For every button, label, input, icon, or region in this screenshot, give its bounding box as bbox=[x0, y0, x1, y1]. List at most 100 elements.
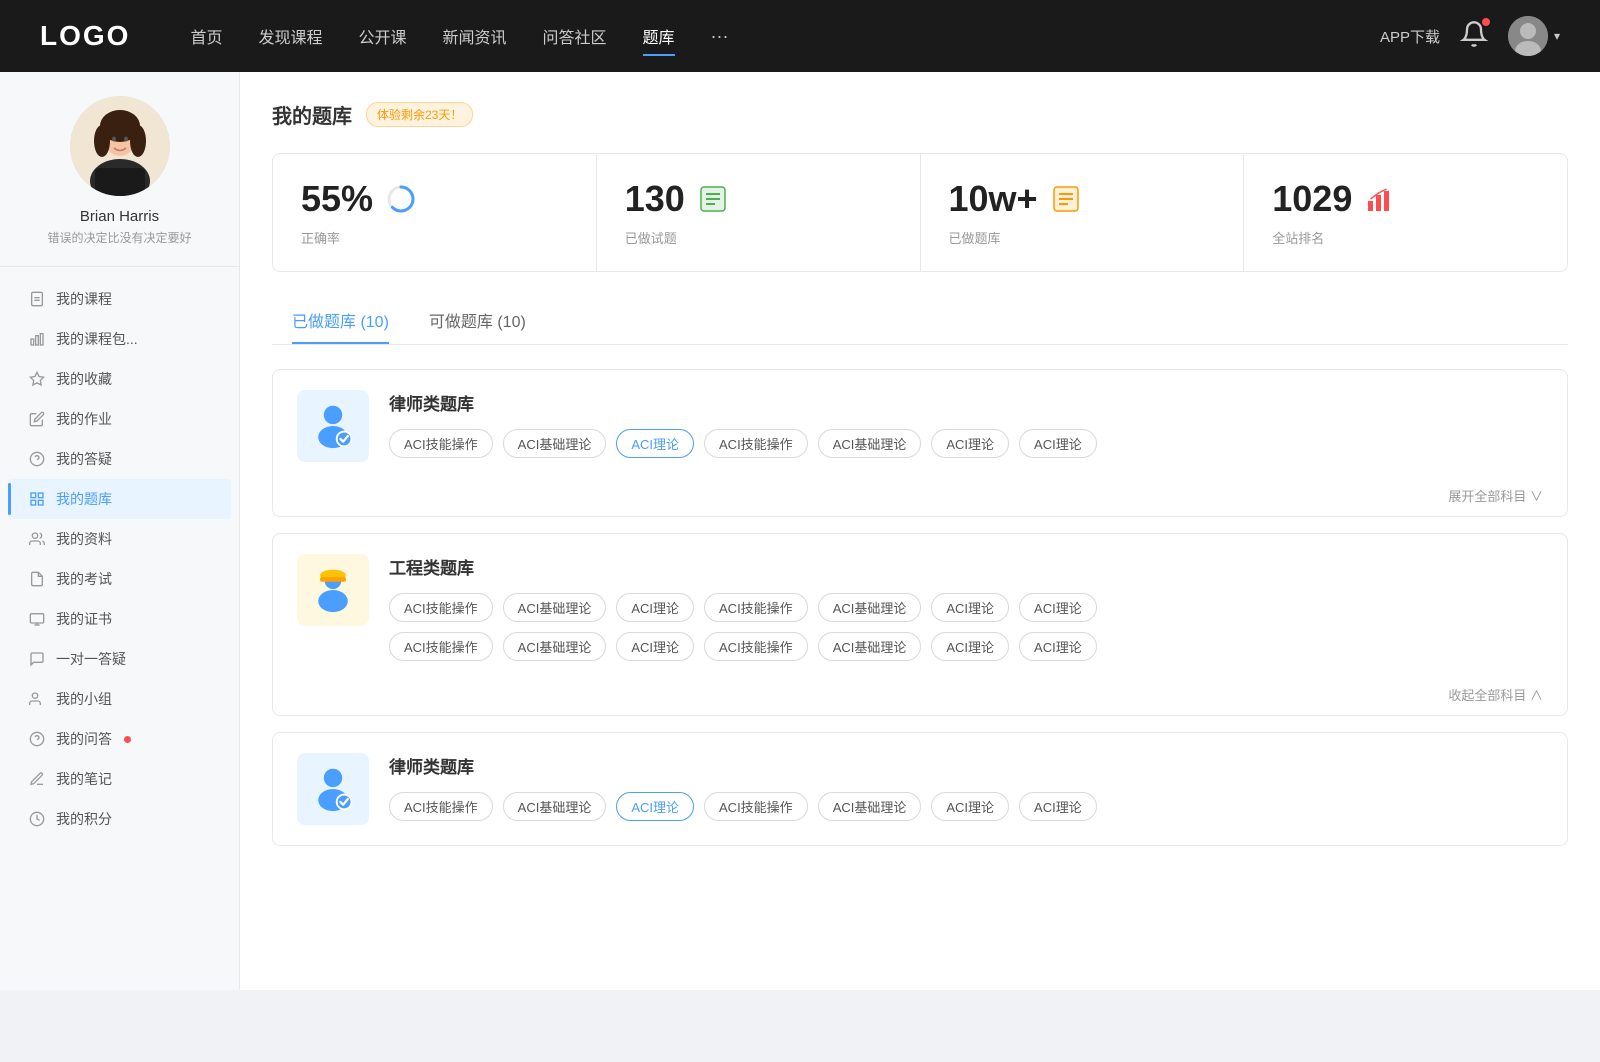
qbank-tags-row2: ACI技能操作 ACI基础理论 ACI理论 ACI技能操作 ACI基础理论 AC… bbox=[389, 632, 1543, 661]
nav-more[interactable]: ··· bbox=[711, 26, 729, 47]
note-icon bbox=[28, 770, 46, 788]
sidebar-item-label: 我的课程 bbox=[56, 289, 112, 309]
tag[interactable]: ACI理论 bbox=[616, 632, 694, 661]
nav-item-home[interactable]: 首页 bbox=[190, 20, 222, 52]
tag[interactable]: ACI技能操作 bbox=[389, 429, 493, 458]
chat-icon bbox=[28, 650, 46, 668]
group-icon bbox=[28, 690, 46, 708]
sidebar-item-certificate[interactable]: 我的证书 bbox=[8, 599, 231, 639]
tag[interactable]: ACI基础理论 bbox=[503, 792, 607, 821]
tag[interactable]: ACI技能操作 bbox=[389, 632, 493, 661]
sidebar-item-label: 我的问答 bbox=[56, 729, 112, 749]
sidebar-item-homework[interactable]: 我的作业 bbox=[8, 399, 231, 439]
document-icon bbox=[28, 290, 46, 308]
tag[interactable]: ACI理论 bbox=[1019, 593, 1097, 622]
sidebar-item-exam[interactable]: 我的考试 bbox=[8, 559, 231, 599]
nav-item-discover[interactable]: 发现课程 bbox=[258, 20, 322, 52]
sidebar-item-1on1[interactable]: 一对一答疑 bbox=[8, 639, 231, 679]
stat-value-rank: 1029 bbox=[1272, 178, 1352, 220]
sidebar-item-my-courses[interactable]: 我的课程 bbox=[8, 279, 231, 319]
sidebar-item-profile[interactable]: 我的资料 bbox=[8, 519, 231, 559]
edit-icon bbox=[28, 410, 46, 428]
sidebar-item-label: 我的作业 bbox=[56, 409, 112, 429]
navbar-nav: 首页 发现课程 公开课 新闻资讯 问答社区 题库 ··· bbox=[190, 20, 1380, 52]
sidebar: Brian Harris 错误的决定比没有决定要好 我的课程 我的课程包... bbox=[0, 72, 240, 990]
navbar-logo[interactable]: LOGO bbox=[40, 20, 130, 52]
tag[interactable]: ACI理论 bbox=[1019, 792, 1097, 821]
sidebar-item-course-pack[interactable]: 我的课程包... bbox=[8, 319, 231, 359]
tag[interactable]: ACI基础理论 bbox=[818, 593, 922, 622]
nav-item-qbank[interactable]: 题库 bbox=[643, 20, 675, 52]
tab-done-banks[interactable]: 已做题库 (10) bbox=[272, 300, 409, 344]
tag-active[interactable]: ACI理论 bbox=[616, 792, 694, 821]
qbank-info: 律师类题库 ACI技能操作 ACI基础理论 ACI理论 ACI技能操作 ACI基… bbox=[389, 753, 1543, 821]
tag[interactable]: ACI基础理论 bbox=[818, 792, 922, 821]
page-title: 我的题库 bbox=[272, 100, 352, 129]
avatar bbox=[1508, 16, 1548, 56]
tag[interactable]: ACI技能操作 bbox=[704, 792, 808, 821]
tag[interactable]: ACI基础理论 bbox=[503, 632, 607, 661]
tag[interactable]: ACI基础理论 bbox=[818, 429, 922, 458]
notification-badge bbox=[1482, 18, 1490, 26]
stat-banks: 10w+ 已做题库 bbox=[921, 154, 1245, 271]
tab-available-banks[interactable]: 可做题库 (10) bbox=[409, 300, 546, 344]
sidebar-item-label: 我的课程包... bbox=[56, 329, 138, 349]
sidebar-item-label: 我的资料 bbox=[56, 529, 112, 549]
sidebar-item-favorites[interactable]: 我的收藏 bbox=[8, 359, 231, 399]
coin-icon bbox=[28, 810, 46, 828]
qbank-tags-row1: ACI技能操作 ACI基础理论 ACI理论 ACI技能操作 ACI基础理论 AC… bbox=[389, 593, 1543, 622]
nav-item-news[interactable]: 新闻资讯 bbox=[443, 20, 507, 52]
sidebar-item-qa-answers[interactable]: 我的答疑 bbox=[8, 439, 231, 479]
tag[interactable]: ACI基础理论 bbox=[818, 632, 922, 661]
qbank-icon-lawyer bbox=[297, 390, 369, 462]
sidebar-item-my-qa[interactable]: 我的问答 bbox=[8, 719, 231, 759]
tag[interactable]: ACI技能操作 bbox=[389, 792, 493, 821]
sidebar-item-notes[interactable]: 我的笔记 bbox=[8, 759, 231, 799]
stat-top: 10w+ bbox=[949, 178, 1216, 220]
app-download-button[interactable]: APP下载 bbox=[1380, 26, 1440, 47]
stat-label-banks: 已做题库 bbox=[949, 228, 1216, 247]
question-circle-icon bbox=[28, 450, 46, 468]
sidebar-item-group[interactable]: 我的小组 bbox=[8, 679, 231, 719]
navbar-right: APP下载 ▾ bbox=[1380, 16, 1560, 56]
tag[interactable]: ACI技能操作 bbox=[389, 593, 493, 622]
chevron-down-icon: ▾ bbox=[1554, 29, 1560, 43]
tag[interactable]: ACI理论 bbox=[931, 429, 1009, 458]
qbank-title: 工程类题库 bbox=[389, 554, 1543, 579]
tag[interactable]: ACI技能操作 bbox=[704, 429, 808, 458]
tag[interactable]: ACI基础理论 bbox=[503, 593, 607, 622]
notification-bell[interactable] bbox=[1460, 20, 1488, 53]
nav-item-qa[interactable]: 问答社区 bbox=[543, 20, 607, 52]
qbank-card-body: 律师类题库 ACI技能操作 ACI基础理论 ACI理论 ACI技能操作 ACI基… bbox=[273, 370, 1567, 482]
star-icon bbox=[28, 370, 46, 388]
user-avatar-button[interactable]: ▾ bbox=[1508, 16, 1560, 56]
tag[interactable]: ACI基础理论 bbox=[503, 429, 607, 458]
qbank-card-body: 律师类题库 ACI技能操作 ACI基础理论 ACI理论 ACI技能操作 ACI基… bbox=[273, 733, 1567, 845]
tag[interactable]: ACI理论 bbox=[931, 632, 1009, 661]
tag[interactable]: ACI理论 bbox=[931, 593, 1009, 622]
qbank-icon-engineer bbox=[297, 554, 369, 626]
file-icon bbox=[28, 570, 46, 588]
sidebar-menu: 我的课程 我的课程包... 我的收藏 我的作业 bbox=[0, 279, 239, 839]
tag[interactable]: ACI理论 bbox=[931, 792, 1009, 821]
expand-link[interactable]: 展开全部科目 ∨ bbox=[1448, 489, 1543, 504]
qbank-footer: 收起全部科目 ∧ bbox=[273, 681, 1567, 715]
tag[interactable]: ACI技能操作 bbox=[704, 593, 808, 622]
tag[interactable]: ACI技能操作 bbox=[704, 632, 808, 661]
collapse-link[interactable]: 收起全部科目 ∧ bbox=[1448, 688, 1543, 703]
bar-chart-icon bbox=[28, 330, 46, 348]
sidebar-item-points[interactable]: 我的积分 bbox=[8, 799, 231, 839]
certificate-icon bbox=[28, 610, 46, 628]
grid-icon bbox=[28, 490, 46, 508]
stat-top: 130 bbox=[625, 178, 892, 220]
tag[interactable]: ACI理论 bbox=[1019, 632, 1097, 661]
profile-avatar bbox=[70, 96, 170, 196]
nav-item-opencourse[interactable]: 公开课 bbox=[358, 20, 406, 52]
tag-active[interactable]: ACI理论 bbox=[616, 429, 694, 458]
tag[interactable]: ACI理论 bbox=[1019, 429, 1097, 458]
sidebar-item-qbank[interactable]: 我的题库 bbox=[8, 479, 231, 519]
stat-label-accuracy: 正确率 bbox=[301, 228, 568, 247]
qbank-card-lawyer-2: 律师类题库 ACI技能操作 ACI基础理论 ACI理论 ACI技能操作 ACI基… bbox=[272, 732, 1568, 846]
tabs-row: 已做题库 (10) 可做题库 (10) bbox=[272, 300, 1568, 345]
tag[interactable]: ACI理论 bbox=[616, 593, 694, 622]
